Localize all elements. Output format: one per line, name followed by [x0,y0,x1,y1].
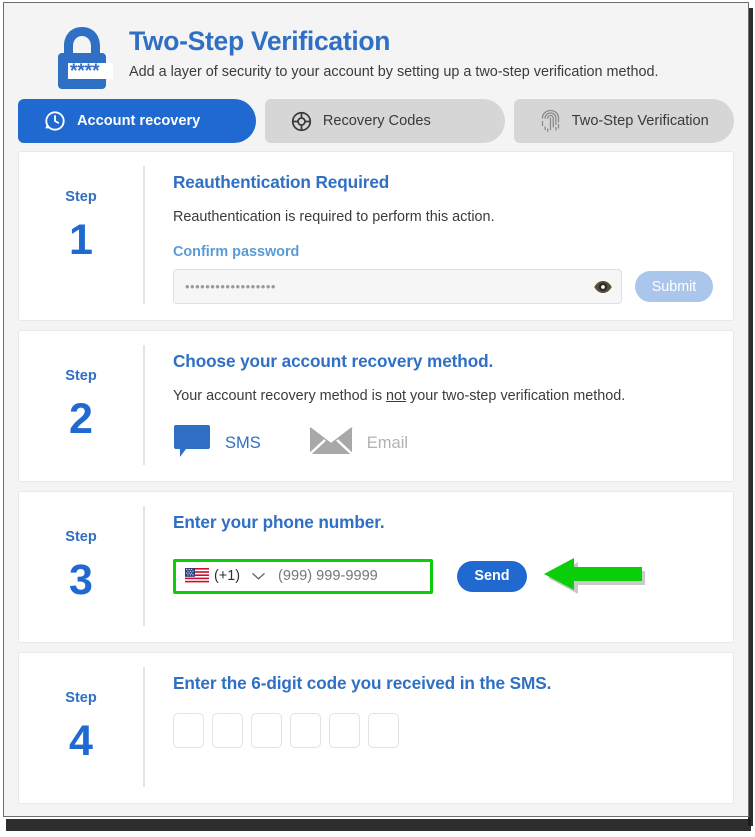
step-indicator-1: Step 1 [19,166,143,304]
method-option-email[interactable]: Email [308,425,409,462]
screenshot-root: **** Two-Step Verification Add a layer o… [0,0,755,837]
password-input-wrapper [173,269,622,304]
confirm-password-input[interactable] [173,269,622,304]
step-indicator-4: Step 4 [19,667,143,787]
step-word: Step [65,189,97,205]
svg-text:****: **** [70,61,100,82]
code-digit-input-4[interactable] [290,713,321,748]
step-card-2: Step 2 Choose your account recovery meth… [18,330,734,482]
step-indicator-2: Step 2 [19,345,143,465]
code-digit-input-2[interactable] [212,713,243,748]
page-title: Two-Step Verification [129,26,391,56]
reauthentication-heading: Reauthentication Required [173,172,390,192]
lifebuoy-icon [291,111,312,132]
window-shadow-bottom [6,819,751,831]
phone-entry-row: (+1) Send [173,552,733,600]
step-card-1: Step 1 Reauthentication Required Reauthe… [18,151,734,321]
recovery-method-options: SMS Email [173,423,733,464]
code-digit-input-6[interactable] [368,713,399,748]
code-digit-input-5[interactable] [329,713,360,748]
speech-bubble-icon [173,423,211,464]
desc-post: your two-step verification method. [406,388,626,404]
green-left-arrow-annotation [541,552,645,600]
step-word: Step [65,368,97,384]
window-frame: **** Two-Step Verification Add a layer o… [3,2,749,817]
step-indicator-3: Step 3 [19,506,143,626]
phone-input-group[interactable]: (+1) [173,558,433,594]
phone-number-heading: Enter your phone number. [173,512,385,532]
tab-label: Recovery Codes [322,113,431,129]
submit-button[interactable]: Submit [635,271,713,302]
recovery-method-description: Your account recovery method is not your… [173,388,733,404]
step-word: Step [65,690,97,706]
tab-account-recovery[interactable]: Account recovery [18,99,256,143]
step-number: 2 [69,394,93,443]
step-card-3: Step 3 Enter your phone number. (+1) (99… [18,491,734,643]
padlock-asterisks-icon: **** [51,25,113,96]
tab-recovery-codes[interactable]: Recovery Codes [264,99,505,143]
page-header: **** Two-Step Verification Add a layer o… [4,3,748,99]
step-number: 3 [69,555,93,604]
step-body-1: Reauthentication Required Reauthenticati… [143,166,733,304]
code-entry-heading: Enter the 6-digit code you received in t… [173,673,552,693]
method-label-sms: SMS [225,434,261,452]
envelope-icon [308,425,353,462]
password-row: Submit [173,269,733,304]
chevron-down-icon[interactable] [252,572,265,581]
phone-number-input[interactable] [278,568,428,584]
tab-label: Two-Step Verification [571,113,709,129]
step-card-4: Step 4 Enter the 6-digit code you receiv… [18,652,734,804]
code-digit-input-3[interactable] [251,713,282,748]
code-digit-row [173,713,733,748]
code-digit-input-1[interactable] [173,713,204,748]
header-text-block: Two-Step Verification Add a layer of sec… [129,21,659,81]
eye-icon[interactable] [593,277,613,297]
steps-container: Step 1 Reauthentication Required Reauthe… [4,143,748,804]
tab-label: Account recovery [77,113,201,129]
step-number: 1 [69,215,93,264]
fingerprint-icon [540,109,561,133]
method-label-email: Email [366,434,409,452]
confirm-password-label: Confirm password [173,244,300,260]
method-option-sms[interactable]: SMS [173,423,261,464]
step-word: Step [65,529,97,545]
send-button[interactable]: Send [457,560,527,592]
account-recovery-icon [44,110,66,132]
country-code-label: (+1) [214,568,240,584]
tab-bar: Account recovery Recovery Codes Two-Step… [4,99,748,143]
step-body-4: Enter the 6-digit code you received in t… [143,667,733,787]
step-number: 4 [69,716,93,765]
tab-two-step-verification[interactable]: Two-Step Verification [513,99,734,143]
desc-underlined: not [386,388,407,404]
desc-pre: Your account recovery method is [173,388,387,404]
us-flag-icon [185,568,209,584]
reauthentication-description: Reauthentication is required to perform … [173,209,495,225]
page-subtitle: Add a layer of security to your account … [129,63,659,80]
recovery-method-heading: Choose your account recovery method. [173,351,494,371]
step-body-3: Enter your phone number. (+1) (999) 999-… [143,506,733,626]
step-body-2: Choose your account recovery method. You… [143,345,733,465]
